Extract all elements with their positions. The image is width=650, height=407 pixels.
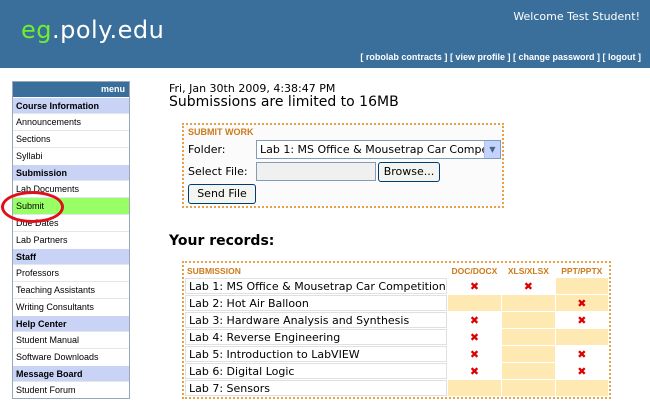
red-x-icon: ✖ xyxy=(469,364,480,378)
logo-prefix: eg xyxy=(21,16,52,44)
xls-status-cell xyxy=(502,312,555,328)
doc-status-cell: ✖ xyxy=(447,312,502,328)
sidebar-item-announcements[interactable]: Announcements xyxy=(13,113,129,130)
file-label: Select File: xyxy=(188,165,248,178)
red-x-icon: ✖ xyxy=(523,279,534,293)
red-x-icon: ✖ xyxy=(469,313,480,327)
sidebar-item-professors[interactable]: Professors xyxy=(13,264,129,281)
sidebar-item-student-forum[interactable]: Student Forum xyxy=(13,381,129,398)
xls-status-cell: ✖ xyxy=(502,278,555,294)
sidebar-item-lab-documents[interactable]: Lab Documents xyxy=(13,180,129,197)
doc-status-cell: ✖ xyxy=(447,278,502,294)
table-row: Lab 6: Digital Logic ✖ ✖ xyxy=(185,363,608,379)
submission-name: Lab 6: Digital Logic xyxy=(185,363,447,379)
send-file-button[interactable]: Send File xyxy=(188,184,256,204)
chevron-down-icon[interactable]: ▼ xyxy=(484,141,500,158)
header-xls: XLS/XLSX xyxy=(507,265,549,276)
header-ppt: PPT/PPTX xyxy=(561,265,603,276)
link-change-password[interactable]: [ change password ] xyxy=(513,52,600,62)
menu-title: menu xyxy=(13,82,129,97)
file-path-input[interactable] xyxy=(256,162,376,181)
doc-status-cell: ✖ xyxy=(447,346,502,362)
doc-status-cell: ✖ xyxy=(447,363,502,379)
ppt-status-cell: ✖ xyxy=(555,346,608,362)
submission-name: Lab 1: MS Office & Mousetrap Car Competi… xyxy=(185,278,447,294)
xls-status-cell xyxy=(502,363,555,379)
ppt-status-cell: ✖ xyxy=(555,295,608,311)
doc-status-cell: ✖ xyxy=(447,329,502,345)
site-logo[interactable]: eg.poly.edu xyxy=(21,16,164,44)
section-submission: Submission xyxy=(13,164,129,180)
xls-status-cell xyxy=(502,346,555,362)
link-view-profile[interactable]: [ view profile ] xyxy=(450,52,511,62)
xls-status-cell xyxy=(502,329,555,345)
submission-name: Lab 2: Hot Air Balloon xyxy=(185,295,447,311)
link-logout[interactable]: [ logout ] xyxy=(603,52,641,62)
browse-button[interactable]: Browse... xyxy=(378,162,440,182)
folder-select[interactable]: Lab 1: MS Office & Mousetrap Car Competi… xyxy=(256,140,501,159)
doc-status-cell xyxy=(447,295,502,311)
submission-name: Lab 5: Introduction to LabVIEW xyxy=(185,346,447,362)
submission-limit-text: Submissions are limited to 16MB xyxy=(169,94,399,110)
records-header-row: SUBMISSION DOC/DOCX XLS/XLSX PPT/PPTX xyxy=(185,264,608,277)
red-x-icon: ✖ xyxy=(577,296,587,310)
submission-name: Lab 3: Hardware Analysis and Synthesis xyxy=(185,312,447,328)
table-row: Lab 3: Hardware Analysis and Synthesis ✖ ✖ xyxy=(185,312,608,328)
sidebar-menu: menu Course Information Announcements Se… xyxy=(12,81,130,399)
ppt-status-cell xyxy=(555,278,608,294)
ppt-status-cell: ✖ xyxy=(555,312,608,328)
table-row: Lab 7: Sensors xyxy=(185,380,608,396)
red-x-icon: ✖ xyxy=(577,313,587,327)
sidebar-item-software-downloads[interactable]: Software Downloads xyxy=(13,348,129,365)
sidebar-item-due-dates[interactable]: Due Dates xyxy=(13,214,129,231)
records-table: SUBMISSION DOC/DOCX XLS/XLSX PPT/PPTX La… xyxy=(184,263,609,397)
header-doc: DOC/DOCX xyxy=(451,265,498,276)
red-x-icon: ✖ xyxy=(469,347,480,361)
xls-status-cell xyxy=(502,295,555,311)
xls-status-cell xyxy=(502,380,555,396)
section-message-board: Message Board xyxy=(13,365,129,381)
folder-select-value: Lab 1: MS Office & Mousetrap Car Competi… xyxy=(260,143,501,156)
table-row: Lab 5: Introduction to LabVIEW ✖ ✖ xyxy=(185,346,608,362)
records-title: Your records: xyxy=(169,233,275,249)
red-x-icon: ✖ xyxy=(577,347,587,361)
section-course-information: Course Information xyxy=(13,97,129,113)
section-staff: Staff xyxy=(13,248,129,264)
table-row: Lab 1: MS Office & Mousetrap Car Competi… xyxy=(185,278,608,294)
section-help-center: Help Center xyxy=(13,315,129,331)
records-panel: SUBMISSION DOC/DOCX XLS/XLSX PPT/PPTX La… xyxy=(182,261,611,399)
sidebar-item-lab-partners[interactable]: Lab Partners xyxy=(13,231,129,248)
logo-suffix: .poly.edu xyxy=(52,16,165,44)
sidebar-item-writing-consultants[interactable]: Writing Consultants xyxy=(13,298,129,315)
link-robolab-contracts[interactable]: [ robolab contracts ] xyxy=(360,52,447,62)
records-body: Lab 1: MS Office & Mousetrap Car Competi… xyxy=(185,278,608,396)
submission-name: Lab 4: Reverse Engineering xyxy=(185,329,447,345)
red-x-icon: ✖ xyxy=(469,330,480,344)
sidebar-item-sections[interactable]: Sections xyxy=(13,130,129,147)
sidebar-item-syllabi[interactable]: Syllabi xyxy=(13,147,129,164)
header-bar: eg.poly.edu Welcome Test Student! [ robo… xyxy=(0,0,650,68)
ppt-status-cell: ✖ xyxy=(555,363,608,379)
ppt-status-cell xyxy=(555,329,608,345)
submit-work-panel: SUBMIT WORK Folder: Lab 1: MS Office & M… xyxy=(182,123,504,208)
doc-status-cell xyxy=(447,380,502,396)
table-row: Lab 4: Reverse Engineering ✖ xyxy=(185,329,608,345)
sidebar-item-student-manual[interactable]: Student Manual xyxy=(13,331,129,348)
sidebar-item-teaching-assistants[interactable]: Teaching Assistants xyxy=(13,281,129,298)
red-x-icon: ✖ xyxy=(469,279,480,293)
top-links: [ robolab contracts ] [ view profile ] [… xyxy=(360,52,641,62)
submission-name: Lab 7: Sensors xyxy=(185,380,447,396)
table-row: Lab 2: Hot Air Balloon ✖ xyxy=(185,295,608,311)
header-submission: SUBMISSION xyxy=(187,265,241,276)
submit-work-title: SUBMIT WORK xyxy=(188,127,254,137)
ppt-status-cell xyxy=(555,380,608,396)
sidebar-item-submit[interactable]: Submit xyxy=(13,197,129,214)
folder-label: Folder: xyxy=(188,143,226,156)
welcome-message: Welcome Test Student! xyxy=(513,10,640,23)
red-x-icon: ✖ xyxy=(577,364,587,378)
